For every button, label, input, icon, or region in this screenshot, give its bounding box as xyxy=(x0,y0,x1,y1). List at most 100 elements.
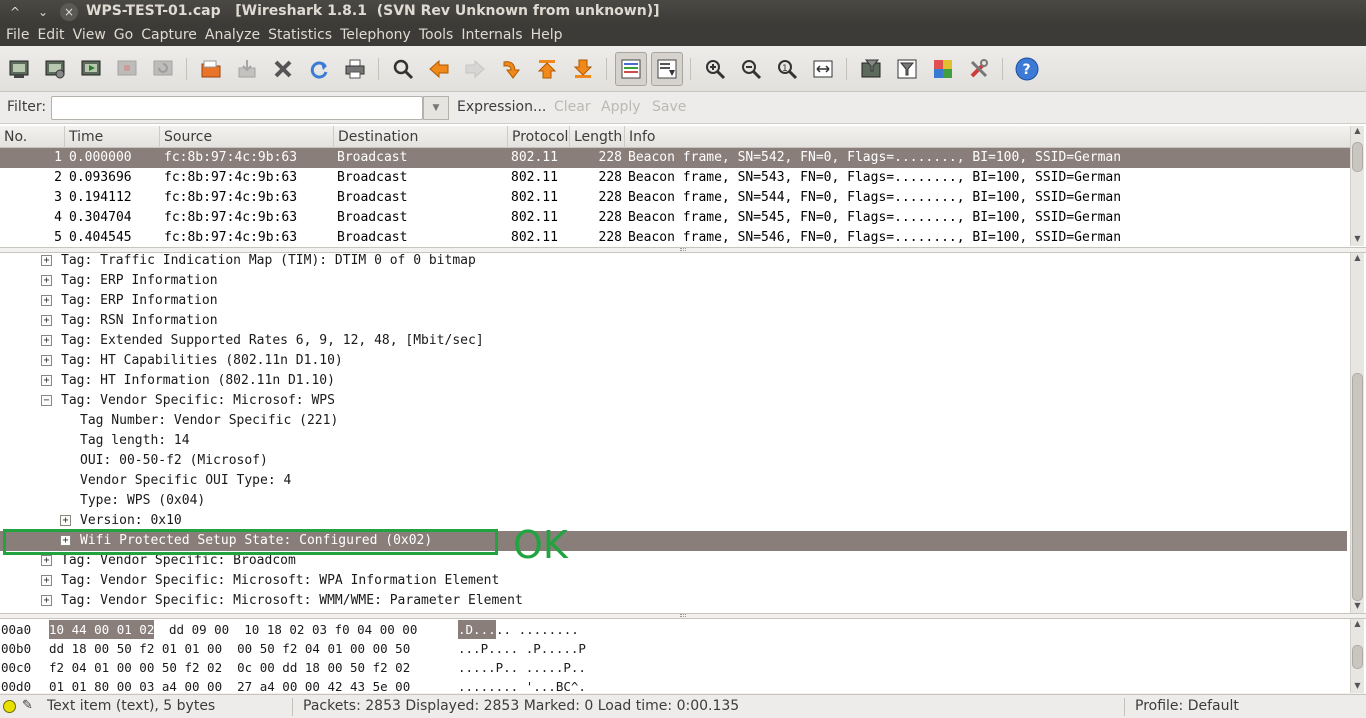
colorize-icon[interactable] xyxy=(615,52,647,86)
menu-telephony[interactable]: Telephony xyxy=(340,24,411,46)
save-file-icon[interactable] xyxy=(234,56,260,82)
scroll-up-icon[interactable]: ▲ xyxy=(1351,619,1364,631)
menu-view[interactable]: View xyxy=(73,24,106,46)
menu-file[interactable]: File xyxy=(6,24,29,46)
column-header-time[interactable]: Time xyxy=(65,126,160,148)
expand-icon[interactable]: + xyxy=(41,335,52,346)
tree-row[interactable]: + Tag: Extended Supported Rates 6, 9, 12,… xyxy=(0,331,1347,351)
column-header-info[interactable]: Info xyxy=(625,126,1350,148)
expand-icon[interactable]: + xyxy=(41,315,52,326)
expand-icon[interactable]: + xyxy=(41,575,52,586)
hex-ascii[interactable]: .. ........ xyxy=(496,620,579,639)
display-filters-icon[interactable] xyxy=(894,56,920,82)
column-header-source[interactable]: Source xyxy=(160,126,334,148)
scrollbar-thumb[interactable] xyxy=(1352,373,1363,601)
scroll-up-icon[interactable]: ▲ xyxy=(1351,253,1364,265)
packet-row[interactable]: 2 0.093696 fc:8b:97:4c:9b:63 Broadcast 802.1… xyxy=(0,168,1350,188)
expand-icon[interactable]: + xyxy=(41,295,52,306)
menu-edit[interactable]: Edit xyxy=(37,24,64,46)
expression-button[interactable]: Expression... xyxy=(457,99,546,115)
zoom-in-icon[interactable] xyxy=(702,56,728,82)
hex-ascii[interactable]: .....P.. .....P.. xyxy=(458,658,586,677)
packet-list-scrollbar[interactable]: ▲ ▼ xyxy=(1350,126,1364,246)
scroll-down-icon[interactable]: ▼ xyxy=(1351,234,1364,246)
hex-scrollbar[interactable]: ▲ ▼ xyxy=(1350,619,1364,693)
scrollbar-thumb[interactable] xyxy=(1352,645,1363,669)
coloring-rules-icon[interactable] xyxy=(930,56,956,82)
menu-help[interactable]: Help xyxy=(531,24,563,46)
column-header-length[interactable]: Length xyxy=(570,126,625,148)
collapse-icon[interactable]: − xyxy=(41,395,52,406)
column-header-destination[interactable]: Destination xyxy=(334,126,508,148)
clear-button[interactable]: Clear xyxy=(554,99,591,115)
packet-row[interactable]: 4 0.304704 fc:8b:97:4c:9b:63 Broadcast 802.1… xyxy=(0,208,1350,228)
close-file-icon[interactable] xyxy=(270,56,296,82)
tree-row[interactable]: + Tag: Vendor Specific: Microsoft: WMM/WM… xyxy=(0,591,1347,611)
tree-row[interactable]: + Tag: Vendor Specific: Microsoft: WPA In… xyxy=(0,571,1347,591)
tree-row[interactable]: + Tag: HT Capabilities (802.11n D1.10) xyxy=(0,351,1347,371)
column-header-protocol[interactable]: Protocol xyxy=(508,126,570,148)
menu-analyze[interactable]: Analyze xyxy=(205,24,260,46)
hex-bytes[interactable]: f2 04 01 00 00 50 f2 02 0c 00 dd 18 00 5… xyxy=(49,658,410,677)
find-packet-icon[interactable] xyxy=(390,56,416,82)
hex-ascii[interactable]: ...P.... .P.....P xyxy=(458,639,586,658)
open-file-icon[interactable] xyxy=(198,56,224,82)
zoom-out-icon[interactable] xyxy=(738,56,764,82)
status-profile[interactable]: Profile: Default xyxy=(1135,698,1239,714)
go-forward-icon[interactable] xyxy=(462,56,488,82)
hex-bytes[interactable]: dd 09 00 10 18 02 03 f0 04 00 00 xyxy=(169,620,417,639)
go-first-icon[interactable] xyxy=(534,56,560,82)
menu-internals[interactable]: Internals xyxy=(461,24,522,46)
filter-input[interactable] xyxy=(51,96,423,120)
hex-ascii-selected[interactable]: .D... xyxy=(458,620,496,639)
go-to-packet-icon[interactable] xyxy=(498,56,524,82)
interface-list-icon[interactable] xyxy=(6,56,32,82)
print-icon[interactable] xyxy=(342,56,368,82)
auto-scroll-icon[interactable] xyxy=(651,52,683,86)
packet-row[interactable]: 3 0.194112 fc:8b:97:4c:9b:63 Broadcast 802.1… xyxy=(0,188,1350,208)
reload-icon[interactable] xyxy=(306,56,332,82)
tree-row[interactable]: OUI: 00-50-f2 (Microsof) xyxy=(0,451,1347,471)
column-header-no[interactable]: No. xyxy=(0,126,65,148)
tree-row[interactable]: Tag length: 14 xyxy=(0,431,1347,451)
help-icon[interactable]: ? xyxy=(1014,56,1040,82)
scroll-down-icon[interactable]: ▼ xyxy=(1351,601,1364,613)
expert-info-icon[interactable] xyxy=(3,700,16,713)
go-last-icon[interactable] xyxy=(570,56,596,82)
apply-button[interactable]: Apply xyxy=(601,99,641,115)
hex-ascii[interactable]: ........ '...BC^. xyxy=(458,677,586,693)
expand-icon[interactable]: + xyxy=(41,255,52,266)
normal-size-icon[interactable]: 1 xyxy=(774,56,800,82)
go-back-icon[interactable] xyxy=(426,56,452,82)
pane-splitter[interactable] xyxy=(680,614,686,617)
close-icon[interactable]: × xyxy=(60,3,78,21)
details-scrollbar[interactable]: ▲ ▼ xyxy=(1350,253,1364,613)
expand-icon[interactable]: + xyxy=(41,375,52,386)
menu-tools[interactable]: Tools xyxy=(419,24,454,46)
maximize-icon[interactable]: ^ xyxy=(6,3,24,21)
expand-icon[interactable]: + xyxy=(60,515,71,526)
hex-bytes-selected[interactable]: 10 44 00 01 02 xyxy=(49,620,155,639)
capture-options-icon[interactable] xyxy=(42,56,68,82)
scroll-up-icon[interactable]: ▲ xyxy=(1351,126,1364,138)
tree-row[interactable]: Type: WPS (0x04) xyxy=(0,491,1347,511)
menu-capture[interactable]: Capture xyxy=(141,24,197,46)
minimize-icon[interactable]: ⌄ xyxy=(34,3,52,21)
capture-comment-icon[interactable]: ✎ xyxy=(22,698,33,713)
tree-row[interactable]: + Tag: HT Information (802.11n D1.10) xyxy=(0,371,1347,391)
expand-icon[interactable]: + xyxy=(41,275,52,286)
expand-icon[interactable]: + xyxy=(41,355,52,366)
hex-bytes[interactable]: dd 18 00 50 f2 01 01 00 00 50 f2 04 01 0… xyxy=(49,639,410,658)
tree-row[interactable]: + Tag: ERP Information xyxy=(0,291,1347,311)
tree-row[interactable]: Tag Number: Vendor Specific (221) xyxy=(0,411,1347,431)
tree-row[interactable]: − Tag: Vendor Specific: Microsof: WPS xyxy=(0,391,1347,411)
pane-splitter[interactable] xyxy=(680,248,686,251)
menu-statistics[interactable]: Statistics xyxy=(268,24,332,46)
stop-capture-icon[interactable] xyxy=(114,56,140,82)
restart-capture-icon[interactable] xyxy=(150,56,176,82)
resize-columns-icon[interactable] xyxy=(810,56,836,82)
tree-row[interactable]: + Tag: ERP Information xyxy=(0,271,1347,291)
preferences-icon[interactable] xyxy=(966,56,992,82)
tree-row[interactable]: + Version: 0x10 xyxy=(0,511,1347,531)
tree-row[interactable]: + Tag: RSN Information xyxy=(0,311,1347,331)
